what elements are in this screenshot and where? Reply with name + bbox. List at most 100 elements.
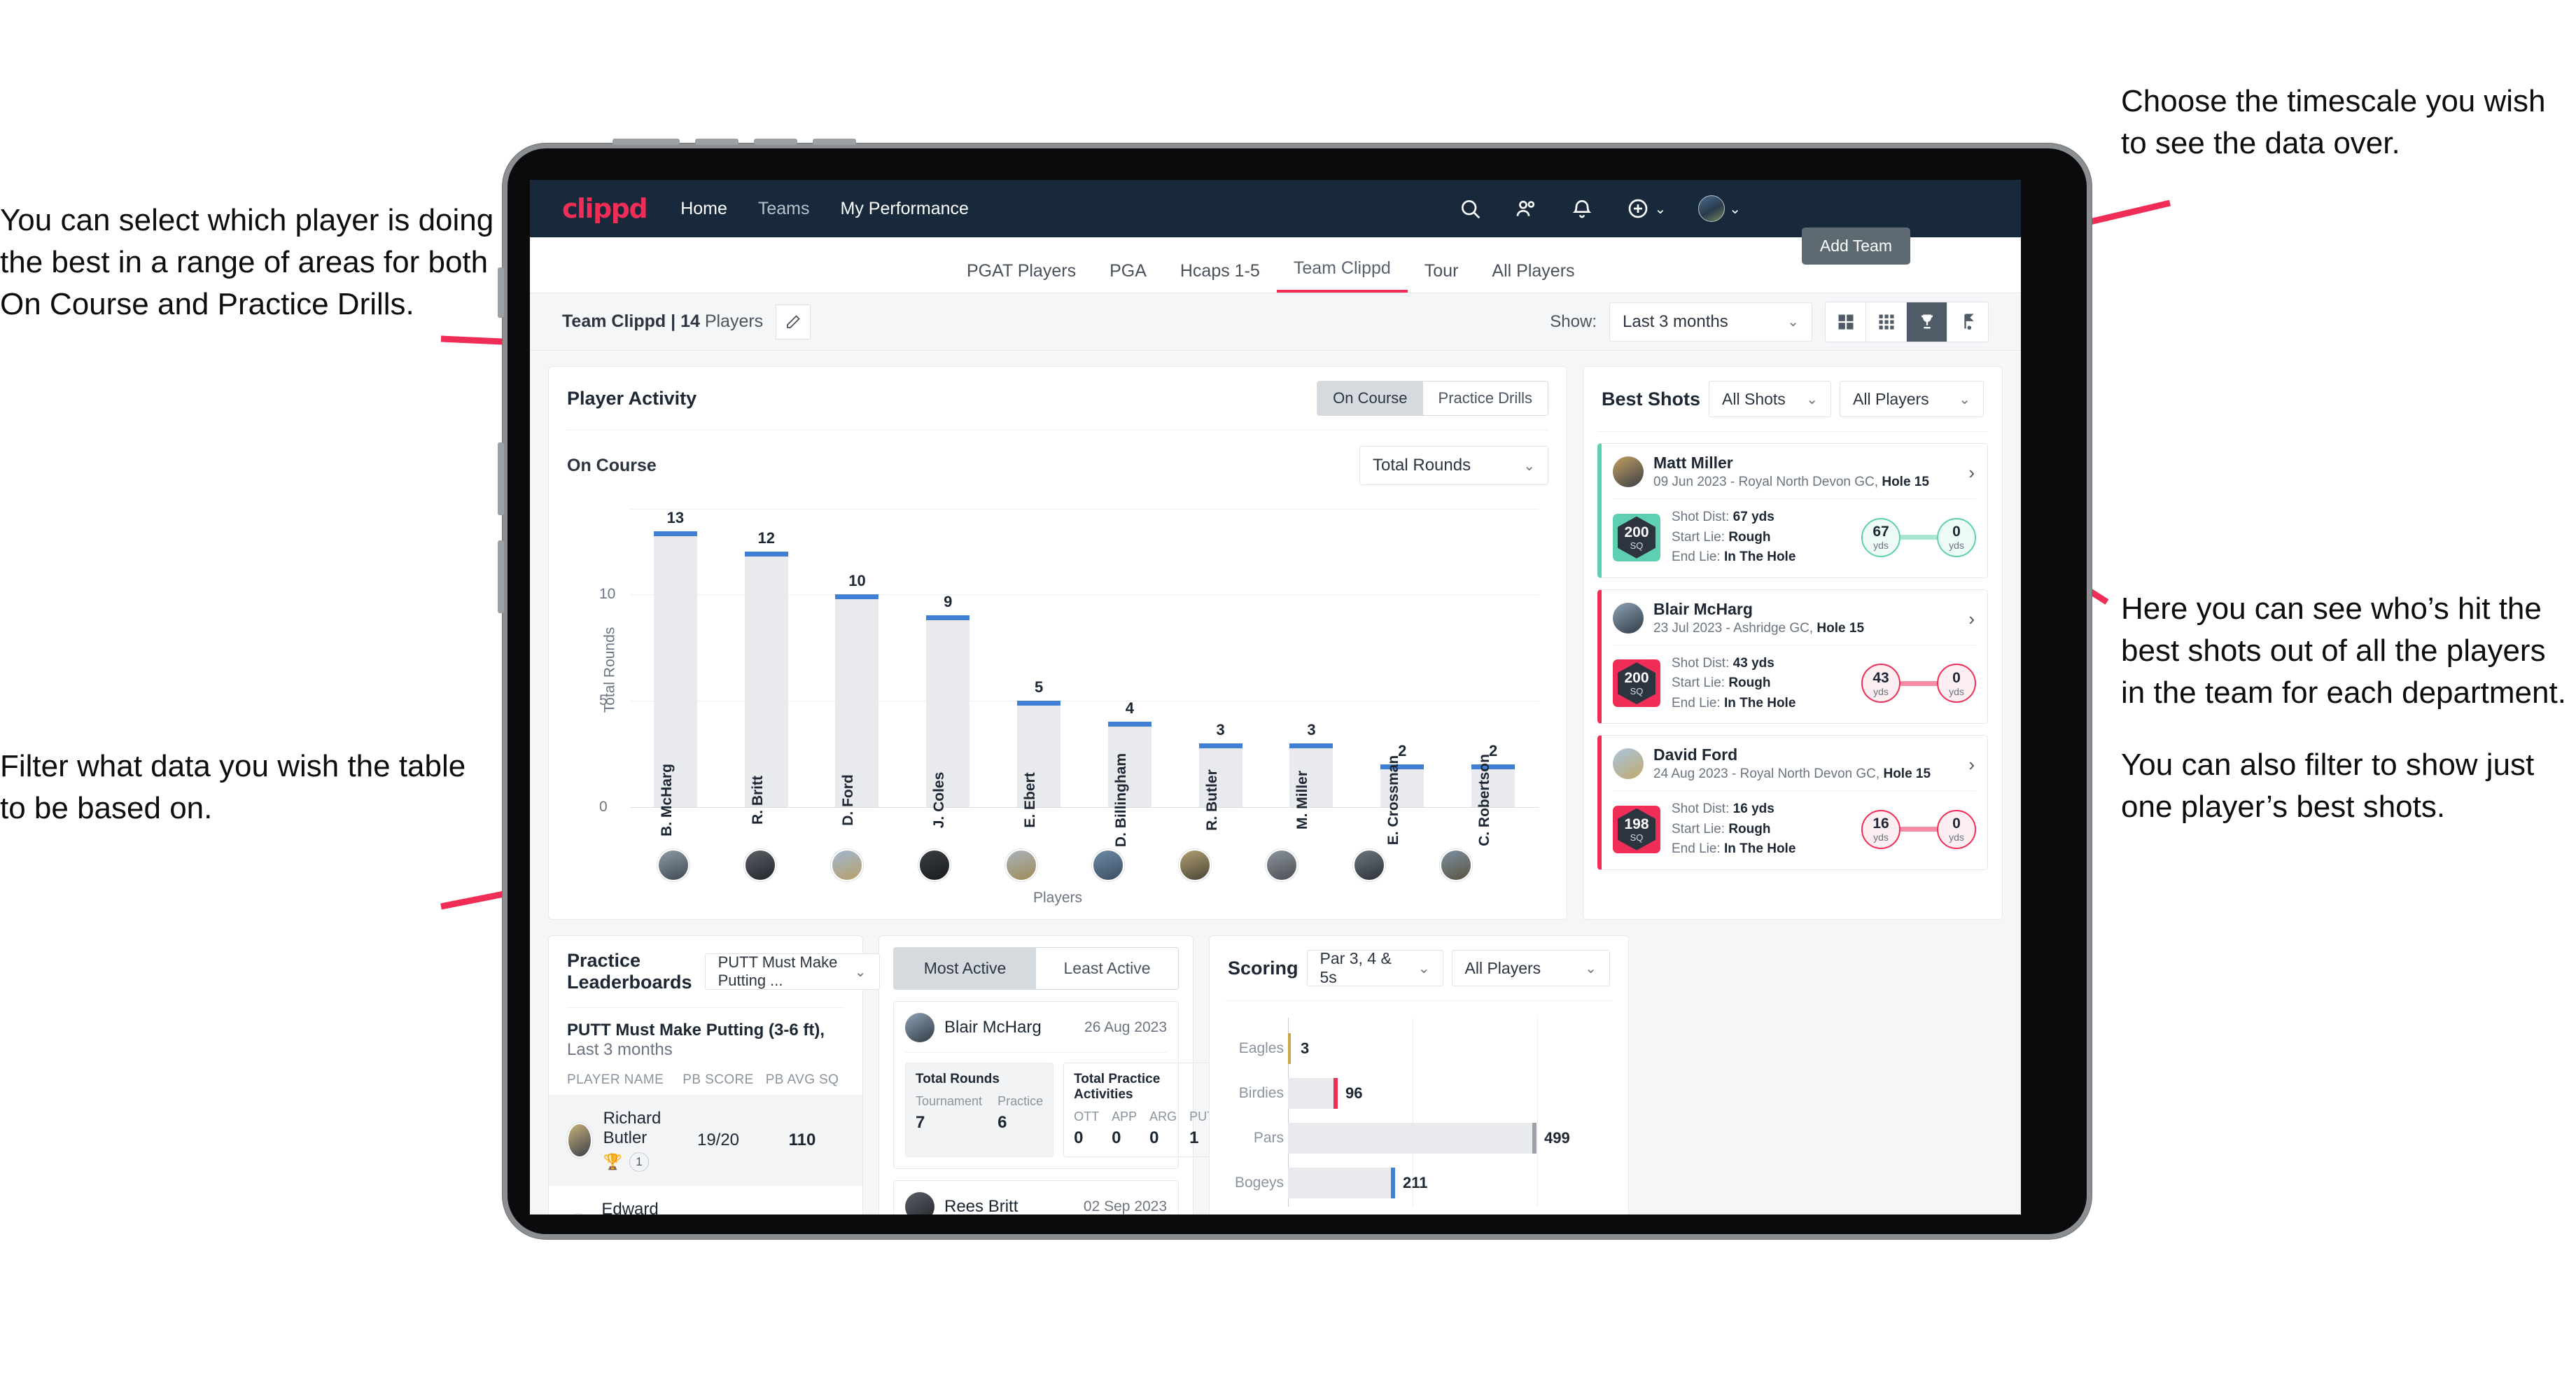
tab-team-clippd[interactable]: Team Clippd xyxy=(1276,258,1408,293)
activity-player-card[interactable]: Rees Britt 02 Sep 2023 Total Rounds Tour… xyxy=(893,1180,1179,1214)
scoring-bar-row[interactable]: Pars 499 xyxy=(1254,1120,1613,1156)
player-avatar[interactable] xyxy=(1004,849,1037,881)
plus-circle-icon[interactable] xyxy=(1626,197,1650,220)
bar-item[interactable]: 2 E. Crossman xyxy=(1357,509,1448,845)
activity-player-card[interactable]: Blair McHarg 26 Aug 2023 Total Rounds To… xyxy=(893,1001,1233,1169)
grid-small-view-button[interactable] xyxy=(1866,302,1907,342)
table-row[interactable]: Richard Butler 🏆 1 19/20 110 xyxy=(549,1095,862,1186)
player-name: Edward Crossman xyxy=(601,1200,659,1214)
drill-subtitle-period: Last 3 months xyxy=(567,1040,673,1059)
edit-team-button[interactable] xyxy=(776,304,811,340)
practice-leaderboards-title: Practice Leaderboards xyxy=(567,950,692,993)
best-shot-card[interactable]: › Matt Miller 09 Jun 2023 - Royal North … xyxy=(1597,443,1988,578)
player-avatar[interactable] xyxy=(1092,849,1125,881)
stat-app: APP 0 xyxy=(1112,1110,1138,1147)
best-shot-date-course: 23 Jul 2023 - Ashridge GC, xyxy=(1653,620,1817,636)
golf-flag-view-button[interactable] xyxy=(1947,302,1988,342)
tab-hcaps-1-5[interactable]: Hcaps 1-5 xyxy=(1163,261,1277,293)
bar-item[interactable]: 10 D. Ford xyxy=(812,509,903,826)
player-avatar[interactable] xyxy=(1352,849,1385,881)
annotation-right-mid-text: Here you can see who’s hit the best shot… xyxy=(2121,592,2566,710)
best-shot-card[interactable]: › Blair McHarg 23 Jul 2023 - Ashridge GC… xyxy=(1597,589,1988,724)
drill-select[interactable]: PUTT Must Make Putting ... ⌄ xyxy=(704,953,880,990)
dashboard-content: Player Activity On Course Practice Drill… xyxy=(530,351,2021,1214)
bar-item[interactable]: 9 J. Coles xyxy=(902,509,993,828)
best-shots-player-filter-select[interactable]: All Players ⌄ xyxy=(1840,381,1984,417)
player-avatar[interactable] xyxy=(744,849,777,881)
best-shot-card[interactable]: › David Ford 24 Aug 2023 - Royal North D… xyxy=(1597,735,1988,870)
tab-most-active[interactable]: Most Active xyxy=(894,948,1036,989)
team-players-word: Players xyxy=(699,312,764,331)
bar-item[interactable]: 13 B. McHarg xyxy=(630,509,721,836)
from-unit: yds xyxy=(1873,832,1889,844)
bar-item[interactable]: 4 D. Billingham xyxy=(1084,509,1175,847)
start-lie-value: Rough xyxy=(1728,529,1771,545)
trophy-view-button[interactable] xyxy=(1907,302,1947,342)
best-shot-meta: 09 Jun 2023 - Royal North Devon GC, Hole… xyxy=(1653,475,1929,490)
bar-item[interactable]: 12 R. Britt xyxy=(721,509,812,825)
nav-link-teams[interactable]: Teams xyxy=(758,199,810,219)
chevron-down-icon: ⌄ xyxy=(1585,960,1597,976)
bar-label: B. McHarg xyxy=(658,764,675,836)
best-shot-meta: 23 Jul 2023 - Ashridge GC, Hole 15 xyxy=(1653,621,1864,636)
bar-item[interactable]: 3 R. Butler xyxy=(1175,509,1266,831)
shot-dist-label: Shot Dist: xyxy=(1672,802,1733,816)
chevron-right-icon[interactable]: › xyxy=(1968,462,1975,484)
shot-filter-select[interactable]: All Shots ⌄ xyxy=(1709,381,1832,417)
plus-circle-menu[interactable]: ⌄ xyxy=(1626,197,1666,220)
top-icon-group: ⌄ ⌄ xyxy=(1458,195,1741,222)
best-shot-name: Blair McHarg xyxy=(1653,599,1753,618)
tab-least-active[interactable]: Least Active xyxy=(1036,948,1178,989)
scoring-bar-row[interactable]: Birdies 96 xyxy=(1239,1075,1613,1112)
player-avatar[interactable] xyxy=(1439,849,1472,881)
stat-arg: ARG 0 xyxy=(1149,1110,1177,1147)
bell-icon[interactable] xyxy=(1570,197,1594,220)
view-controls: Show: Last 3 months ⌄ xyxy=(1550,301,1989,342)
table-row[interactable]: Edward Crossman 🏆 2 18/20 107 xyxy=(549,1186,862,1214)
column-header-player-name: PLAYER NAME xyxy=(567,1072,664,1087)
people-icon[interactable] xyxy=(1514,197,1538,220)
golf-flag-icon xyxy=(1964,313,1974,330)
user-menu[interactable]: ⌄ xyxy=(1698,195,1741,222)
bar-rect: E. Ebert xyxy=(1017,700,1061,828)
player-avatar[interactable] xyxy=(657,849,690,881)
bar-rect: C. Robertson xyxy=(1471,754,1516,846)
search-icon[interactable] xyxy=(1458,197,1482,220)
bar-label: C. Robertson xyxy=(1476,754,1493,846)
tab-pga[interactable]: PGA xyxy=(1093,261,1163,293)
chevron-right-icon[interactable]: › xyxy=(1968,608,1975,630)
trophy-icon xyxy=(1921,314,1933,328)
timescale-select[interactable]: Last 3 months ⌄ xyxy=(1609,302,1812,342)
nav-link-home[interactable]: Home xyxy=(680,199,727,219)
avatar[interactable] xyxy=(1698,195,1726,222)
tab-tour[interactable]: Tour xyxy=(1408,261,1476,293)
tab-pgat-players[interactable]: PGAT Players xyxy=(950,261,1093,293)
player-avatar[interactable] xyxy=(1266,849,1298,881)
player-avatar[interactable] xyxy=(1179,849,1212,881)
bar-item[interactable]: 2 C. Robertson xyxy=(1448,509,1539,846)
add-team-tooltip[interactable]: Add Team xyxy=(1801,227,1910,265)
activity-date: 26 Aug 2023 xyxy=(1084,1019,1167,1035)
clippd-logo[interactable]: clippd xyxy=(562,193,648,224)
end-lie-value: In The Hole xyxy=(1724,695,1796,710)
player-avatar[interactable] xyxy=(918,849,951,881)
dashboard-row-bottom: Practice Leaderboards PUTT Must Make Put… xyxy=(548,935,2003,1214)
player-avatar[interactable] xyxy=(831,849,864,881)
toggle-practice-drills[interactable]: Practice Drills xyxy=(1422,382,1548,415)
bar-item[interactable]: 3 M. Miller xyxy=(1266,509,1357,830)
tab-all-players[interactable]: All Players xyxy=(1475,261,1591,293)
grid-large-view-button[interactable] xyxy=(1826,302,1866,342)
bar-item[interactable]: 5 E. Ebert xyxy=(993,509,1084,828)
nav-link-my-performance[interactable]: My Performance xyxy=(841,199,969,219)
par-filter-select[interactable]: Par 3, 4 & 5s ⌄ xyxy=(1306,949,1443,986)
activity-player-header: Rees Britt 02 Sep 2023 xyxy=(905,1192,1167,1214)
scoring-player-filter-select[interactable]: All Players ⌄ xyxy=(1451,950,1610,986)
chevron-right-icon[interactable]: › xyxy=(1968,754,1975,776)
scoring-value-pars: 499 xyxy=(1544,1129,1570,1147)
metric-select[interactable]: Total Rounds ⌄ xyxy=(1359,446,1548,485)
scoring-bar-row[interactable]: Eagles 3 xyxy=(1239,1030,1613,1067)
best-shot-body: 200 SQ Shot Dist: 67 yds Start Lie: Roug… xyxy=(1613,507,1976,568)
toggle-on-course[interactable]: On Course xyxy=(1317,382,1423,415)
best-shot-date-course: 09 Jun 2023 - Royal North Devon GC, xyxy=(1653,475,1882,489)
scoring-bar-row[interactable]: Bogeys 211 xyxy=(1235,1165,1613,1201)
